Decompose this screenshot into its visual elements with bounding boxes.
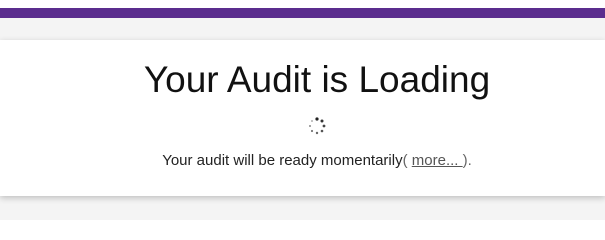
loading-message: Your audit will be ready momentarily( mo… <box>0 151 605 171</box>
paren-close: ). <box>462 152 472 169</box>
more-link[interactable]: more... <box>412 152 463 169</box>
top-gap <box>0 0 605 8</box>
top-accent-bar <box>0 8 605 18</box>
message-text: Your audit will be ready momentarily <box>162 152 403 169</box>
page-title: Your Audit is Loading <box>143 59 491 100</box>
paren-open: ( <box>402 152 412 169</box>
loading-spinner-icon <box>308 117 326 135</box>
spinner-svg <box>309 117 326 135</box>
